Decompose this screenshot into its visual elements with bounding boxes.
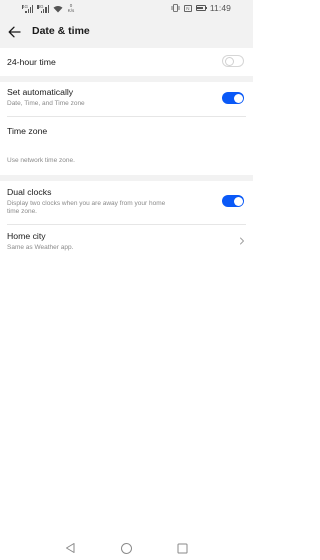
nav-back-button[interactable]	[63, 541, 77, 555]
setting-time-zone[interactable]: Time zone	[0, 117, 253, 147]
setting-set-automatically[interactable]: Set automatically Date, Time, and Time z…	[0, 82, 253, 116]
toggle-24-hour-time[interactable]	[222, 55, 244, 67]
setting-label: 24-hour time	[7, 57, 56, 67]
circle-home-icon	[120, 542, 132, 554]
setting-description-line-1: Display two clocks when you are away fro…	[7, 200, 166, 207]
battery-level	[197, 6, 204, 10]
setting-dual-clocks[interactable]: Dual clocks Display two clocks when you …	[0, 181, 253, 224]
setting-label: Dual clocks	[7, 187, 52, 197]
nfc-icon: N	[183, 4, 192, 12]
signal-sim2-icon: 4G	[37, 4, 49, 13]
setting-label: Time zone	[7, 126, 48, 136]
triangle-back-icon	[66, 543, 75, 553]
system-navigation-bar	[0, 532, 253, 560]
signal-sim1-icon: 4G	[22, 4, 34, 13]
page-title: Date & time	[32, 25, 90, 37]
toggle-knob	[233, 93, 243, 103]
status-right-group: N 11:49	[171, 3, 231, 13]
date-time-settings-screen: 4G 4G 0 K/s N 11:49 Date & time 24-hour …	[0, 0, 253, 560]
square-recents-icon	[177, 543, 187, 553]
network-speed: 0 K/s	[67, 3, 75, 13]
status-bar: 4G 4G 0 K/s N 11:49	[0, 0, 253, 16]
time-zone-note: Use network time zone.	[7, 157, 75, 164]
time-zone-note-row: Use network time zone.	[0, 147, 253, 175]
vibrate-icon	[171, 4, 180, 12]
status-left-group: 4G 4G 0 K/s	[22, 3, 75, 13]
toggle-knob	[224, 56, 234, 66]
setting-description: Date, Time, and Time zone	[7, 100, 85, 107]
nav-home-button[interactable]	[119, 541, 133, 555]
toggle-dual-clocks[interactable]	[222, 195, 244, 207]
back-button[interactable]	[6, 24, 22, 40]
status-time: 11:49	[209, 3, 231, 13]
setting-description: Same as Weather app.	[7, 244, 74, 251]
setting-24-hour-time[interactable]: 24-hour time	[0, 48, 253, 76]
wifi-icon	[53, 5, 63, 13]
arrow-left-icon	[8, 26, 21, 38]
setting-home-city[interactable]: Home city Same as Weather app.	[0, 225, 253, 259]
setting-description-line-2: time zone.	[7, 208, 37, 215]
battery-icon	[195, 5, 208, 11]
setting-label: Set automatically	[7, 87, 74, 97]
app-bar: Date & time	[0, 16, 253, 48]
chevron-right-icon	[240, 237, 244, 245]
setting-label: Home city	[7, 231, 46, 241]
toggle-knob	[233, 196, 243, 206]
toggle-set-automatically[interactable]	[222, 92, 244, 104]
nav-recents-button[interactable]	[175, 541, 189, 555]
